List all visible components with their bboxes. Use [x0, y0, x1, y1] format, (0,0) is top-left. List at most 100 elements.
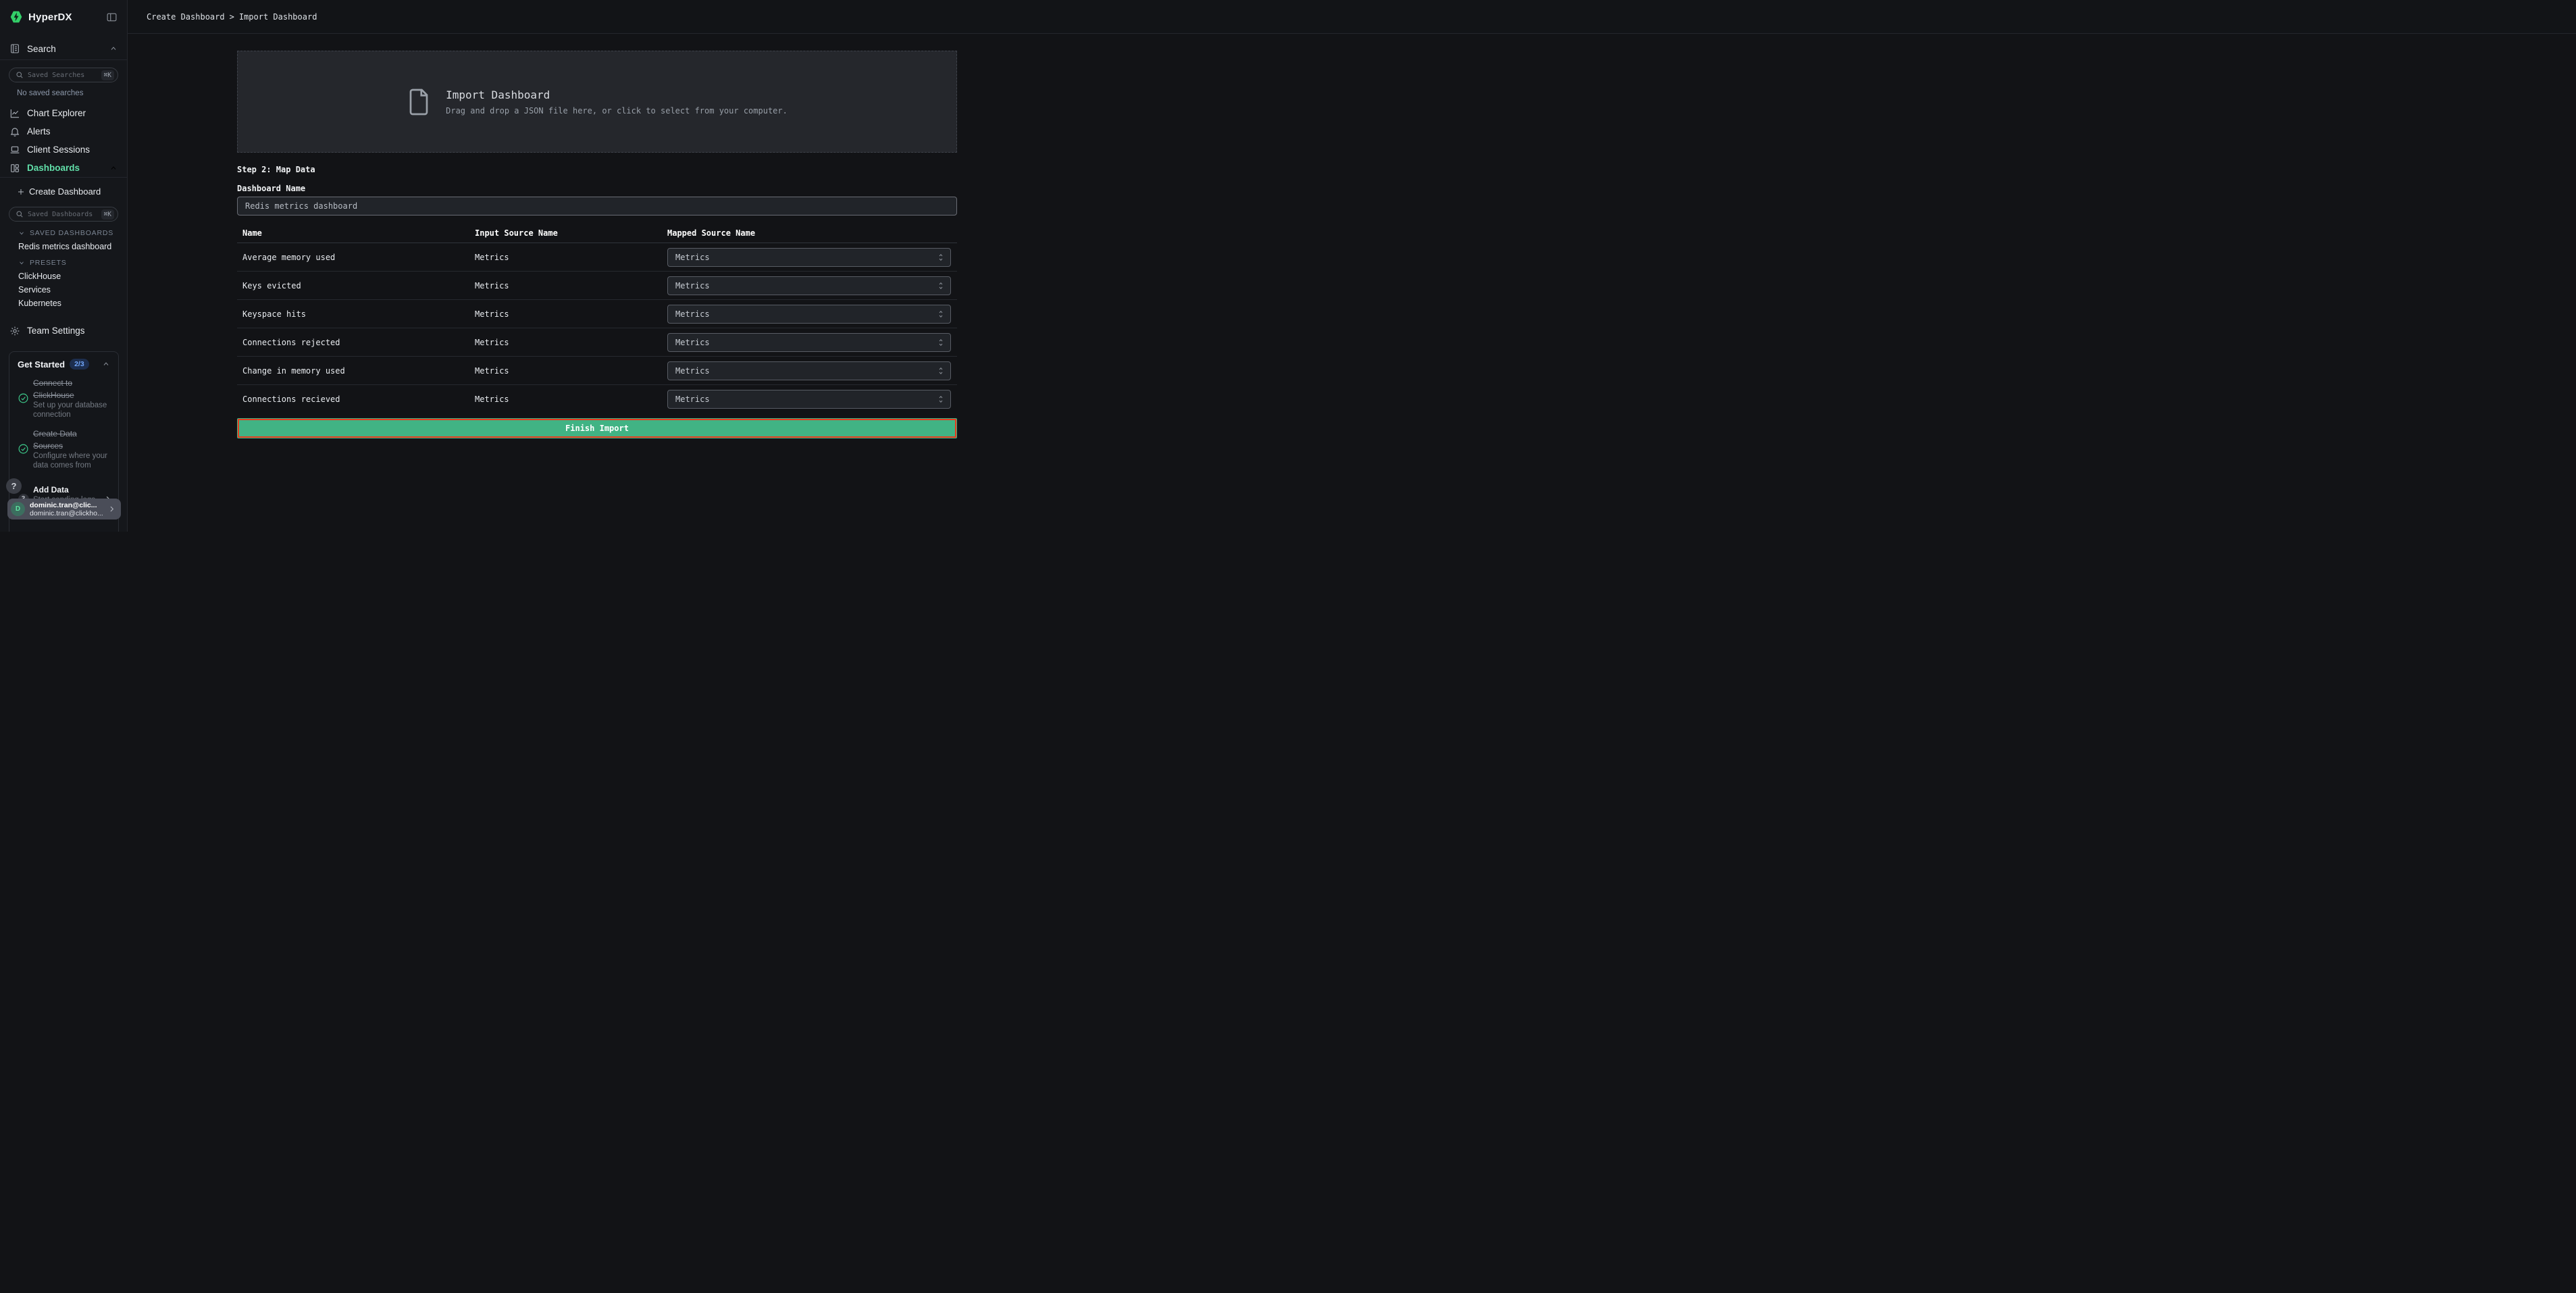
- saved-searches-search[interactable]: ⌘K: [9, 68, 118, 82]
- get-started-item-text: Connect to ClickHouse Set up your databa…: [33, 377, 109, 420]
- shortcut-badge: ⌘K: [101, 209, 114, 220]
- search-icon: [16, 71, 24, 79]
- select-value: Metrics: [675, 309, 937, 319]
- chevron-updown-icon: [937, 281, 945, 290]
- check-circle-icon: [18, 443, 29, 455]
- json-dropzone[interactable]: Import Dashboard Drag and drop a JSON fi…: [237, 51, 957, 153]
- chart-icon: [9, 108, 20, 119]
- user-info: dominic.tran@clic... dominic.tran@clickh…: [30, 501, 103, 517]
- dropzone-text: Import Dashboard Drag and drop a JSON fi…: [446, 88, 788, 116]
- brand[interactable]: HyperDX: [9, 10, 72, 24]
- chevron-down-icon: [18, 259, 25, 266]
- saved-dashboards-input[interactable]: [28, 211, 97, 218]
- search-section-label: Search: [27, 44, 103, 54]
- saved-searches-input[interactable]: [28, 72, 97, 79]
- user-email: dominic.tran@clickho...: [30, 509, 103, 517]
- get-started-progress-badge: 2/3: [70, 359, 89, 370]
- sidebar-item-kubernetes-preset[interactable]: Kubernetes: [18, 299, 127, 308]
- chevron-up-icon: [102, 360, 110, 368]
- dashboard-name-input[interactable]: [237, 197, 957, 216]
- get-started-title: Get Started: [18, 359, 65, 370]
- row-input-source: Metrics: [475, 366, 667, 376]
- chevron-updown-icon: [937, 395, 945, 404]
- nav-label: Dashboards: [27, 163, 103, 173]
- saved-dashboards-group-header[interactable]: SAVED DASHBOARDS: [18, 228, 127, 238]
- row-name: Keys evicted: [237, 281, 475, 290]
- search-section-body: ⌘K No saved searches: [0, 60, 127, 104]
- nav-label: Client Sessions: [27, 145, 118, 155]
- col-header-mapped-source: Mapped Source Name: [667, 228, 957, 238]
- avatar: D: [11, 502, 25, 516]
- col-header-input-source: Input Source Name: [475, 228, 667, 238]
- breadcrumb-import-dashboard[interactable]: Import Dashboard: [239, 12, 317, 22]
- table-row: Connections rejected Metrics Metrics: [237, 328, 957, 357]
- nav-label: Alerts: [27, 126, 118, 136]
- get-started-item-title: Create Data Sources: [33, 429, 77, 451]
- help-button[interactable]: ?: [6, 478, 22, 494]
- select-value: Metrics: [675, 338, 937, 347]
- select-value: Metrics: [675, 281, 937, 290]
- nav-label: Chart Explorer: [27, 108, 118, 118]
- sidebar-item-alerts[interactable]: Alerts: [0, 122, 127, 141]
- logs-icon: [9, 43, 20, 54]
- bell-icon: [9, 126, 20, 137]
- breadcrumb-create-dashboard[interactable]: Create Dashboard: [147, 12, 225, 22]
- mapped-source-select[interactable]: Metrics: [667, 361, 951, 380]
- divider: [0, 177, 127, 178]
- sidebar-item-dashboards[interactable]: Dashboards: [0, 159, 127, 177]
- table-row: Change in memory used Metrics Metrics: [237, 357, 957, 385]
- finish-import-button[interactable]: Finish Import: [237, 418, 957, 438]
- mapping-table: Name Input Source Name Mapped Source Nam…: [237, 223, 957, 413]
- laptop-icon: [9, 145, 20, 155]
- mapped-source-select[interactable]: Metrics: [667, 390, 951, 409]
- select-value: Metrics: [675, 253, 937, 262]
- table-row: Connections recieved Metrics Metrics: [237, 385, 957, 413]
- chevron-updown-icon: [937, 253, 945, 262]
- col-header-name: Name: [237, 228, 475, 238]
- table-row: Keys evicted Metrics Metrics: [237, 272, 957, 300]
- row-name: Connections rejected: [237, 338, 475, 347]
- dashboard-icon: [9, 163, 20, 174]
- sidebar-item-services-preset[interactable]: Services: [18, 285, 127, 295]
- chevron-up-icon: [109, 164, 118, 172]
- no-saved-searches-text: No saved searches: [17, 89, 118, 97]
- get-started-item-data-sources[interactable]: Create Data Sources Configure where your…: [18, 428, 110, 470]
- mapped-source-select[interactable]: Metrics: [667, 333, 951, 352]
- sidebar-item-clickhouse-preset[interactable]: ClickHouse: [18, 272, 127, 281]
- shortcut-badge: ⌘K: [101, 70, 114, 80]
- sidebar-item-team-settings[interactable]: Team Settings: [0, 322, 127, 340]
- chevron-right-icon: [107, 505, 116, 513]
- get-started-header[interactable]: Get Started 2/3: [18, 352, 110, 370]
- create-dashboard-button[interactable]: Create Dashboard: [0, 182, 127, 201]
- get-started-item-title: Add Data: [33, 485, 69, 495]
- table-row: Keyspace hits Metrics Metrics: [237, 300, 957, 328]
- chevron-up-icon: [109, 45, 118, 53]
- get-started-item-connect[interactable]: Connect to ClickHouse Set up your databa…: [18, 377, 110, 420]
- create-dashboard-label: Create Dashboard: [29, 186, 101, 197]
- mapped-source-select[interactable]: Metrics: [667, 248, 951, 267]
- sidebar: HyperDX Search ⌘K No saved searches Char…: [0, 0, 128, 532]
- user-name: dominic.tran@clic...: [30, 501, 103, 509]
- dropzone-subtitle: Drag and drop a JSON file here, or click…: [446, 106, 788, 116]
- user-menu[interactable]: D dominic.tran@clic... dominic.tran@clic…: [7, 499, 121, 519]
- select-value: Metrics: [675, 395, 937, 404]
- presets-group-header[interactable]: PRESETS: [18, 258, 127, 268]
- row-name: Keyspace hits: [237, 309, 475, 319]
- plus-icon: [17, 188, 25, 196]
- row-input-source: Metrics: [475, 338, 667, 347]
- topbar: Create Dashboard > Import Dashboard: [128, 0, 2576, 34]
- collapse-sidebar-icon[interactable]: [106, 11, 118, 23]
- mapped-source-select[interactable]: Metrics: [667, 305, 951, 324]
- saved-dashboards-search[interactable]: ⌘K: [9, 207, 118, 222]
- brand-name: HyperDX: [28, 11, 72, 23]
- sidebar-item-chart-explorer[interactable]: Chart Explorer: [0, 104, 127, 122]
- mapped-source-select[interactable]: Metrics: [667, 276, 951, 295]
- import-container: Import Dashboard Drag and drop a JSON fi…: [237, 51, 957, 438]
- sidebar-item-client-sessions[interactable]: Client Sessions: [0, 141, 127, 159]
- sidebar-item-search[interactable]: Search: [0, 38, 127, 59]
- chevron-updown-icon: [937, 366, 945, 376]
- sidebar-item-redis-metrics-dashboard[interactable]: Redis metrics dashboard: [18, 242, 127, 251]
- select-value: Metrics: [675, 366, 937, 376]
- dropzone-inner: Import Dashboard Drag and drop a JSON fi…: [407, 87, 788, 117]
- hyperdx-logo-icon: [9, 10, 23, 24]
